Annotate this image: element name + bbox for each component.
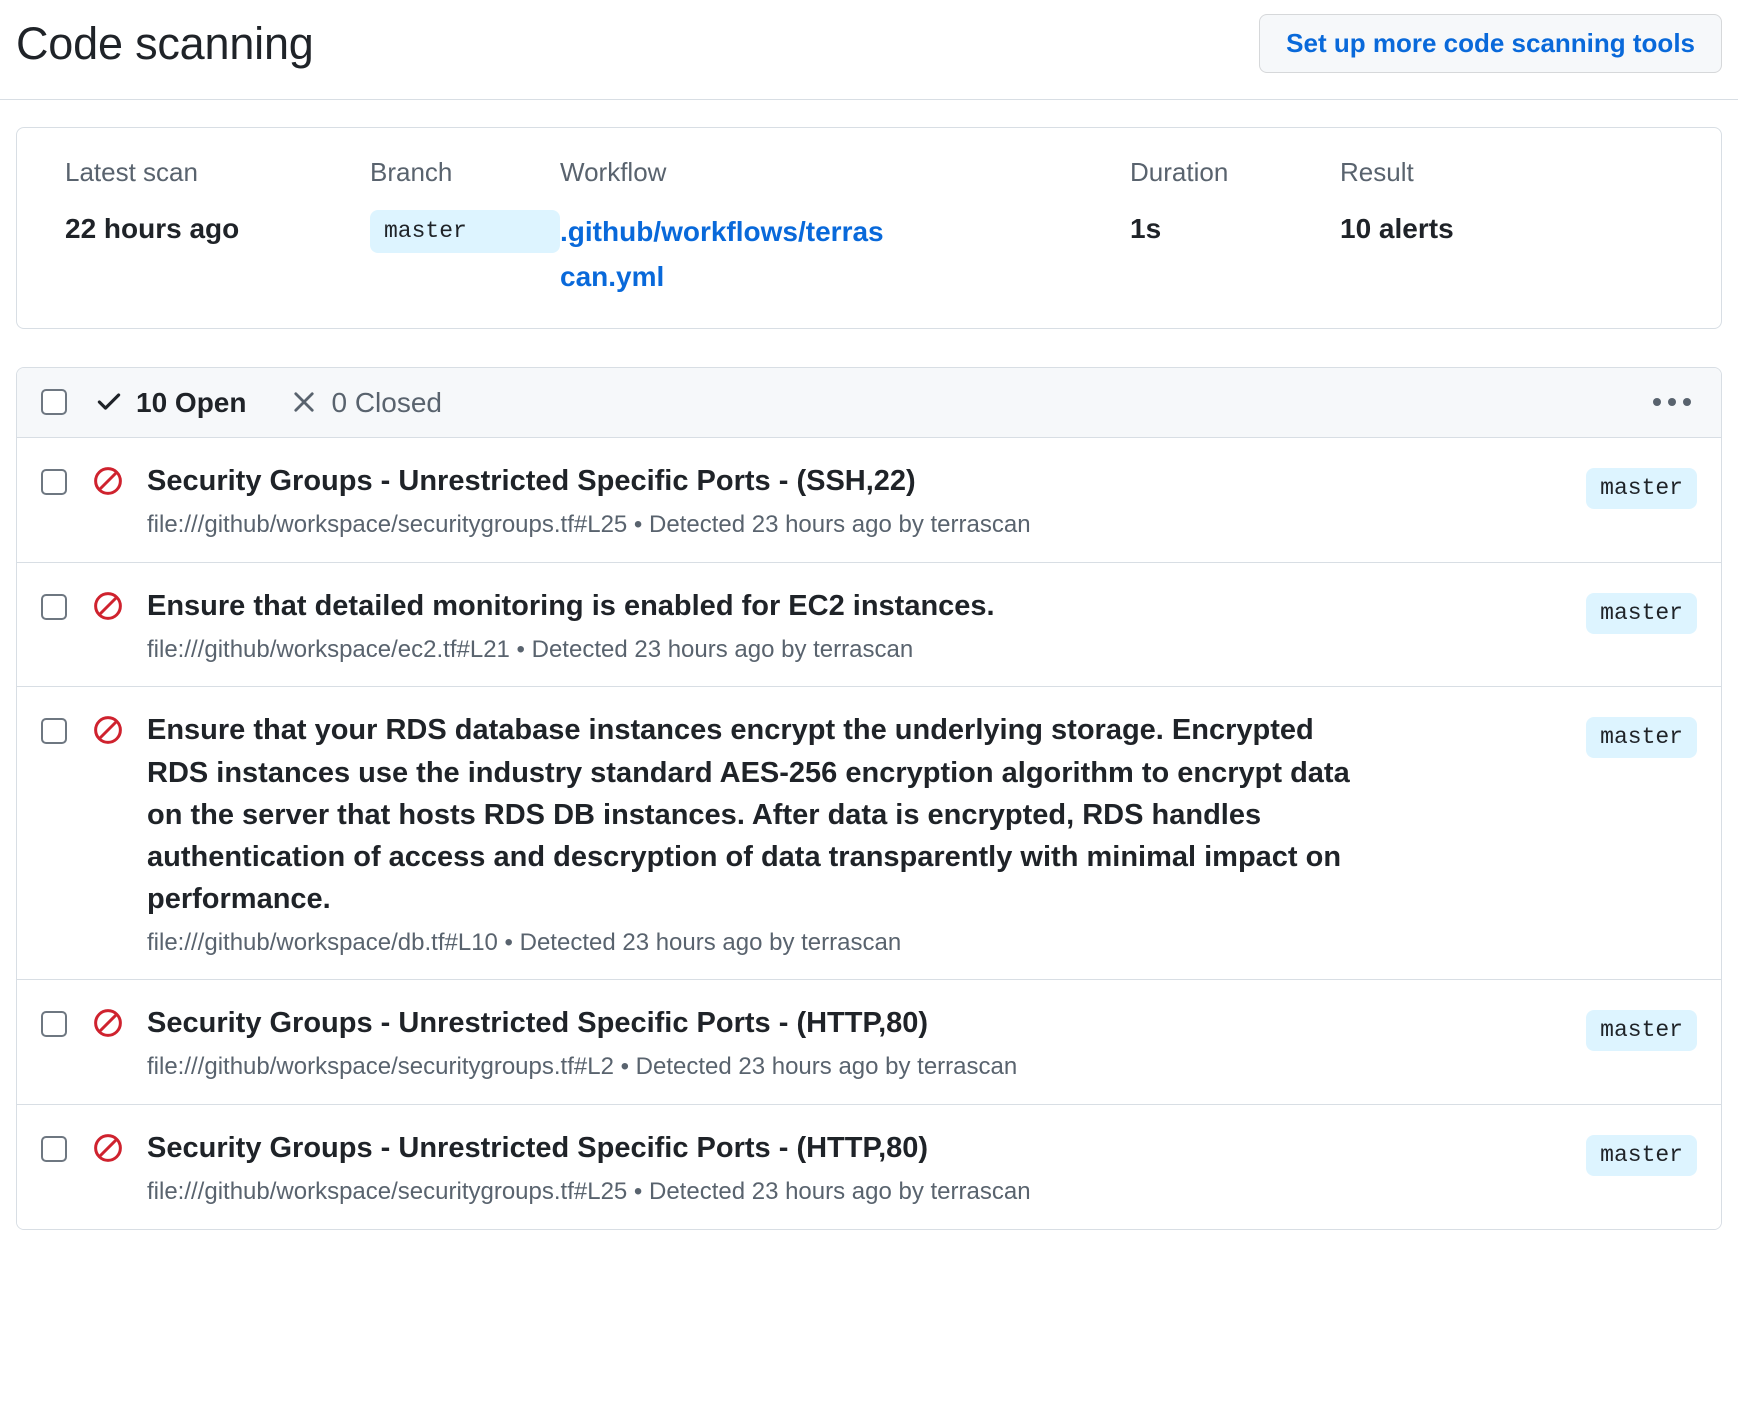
alert-branch-chip: master [1586,717,1697,759]
alert-content: Security Groups - Unrestricted Specific … [123,460,1568,542]
result-value: 10 alerts [1340,212,1454,244]
alert-title[interactable]: Ensure that detailed monitoring is enabl… [147,585,1372,627]
page-header: Code scanning Set up more code scanning … [0,0,1738,101]
workflow-label: Workflow [560,157,667,188]
alert-title[interactable]: Ensure that your RDS database instances … [147,709,1372,919]
blocked-alert-icon [93,466,123,501]
workflow-link-line1: .github/workflows [560,215,798,247]
alert-row[interactable]: Ensure that detailed monitoring is enabl… [17,562,1721,688]
scan-result-column: Result 10 alerts [1340,156,1454,248]
filter-closed-alerts[interactable]: 0 Closed [290,386,442,420]
alert-branch-chip: master [1586,1134,1697,1176]
x-icon [290,388,318,416]
latest-scan-value: 22 hours ago [65,212,240,244]
alert-title[interactable]: Security Groups - Unrestricted Specific … [147,460,1372,502]
alert-meta: file:///github/workspace/securitygroups.… [147,1177,1031,1205]
alert-row[interactable]: Security Groups - Unrestricted Specific … [17,1104,1721,1229]
branch-chip: master [370,209,560,253]
alert-row[interactable]: Security Groups - Unrestricted Specific … [17,438,1721,563]
latest-scan-summary-card: Latest scan 22 hours ago Branch master W… [16,127,1722,329]
alert-select-checkbox[interactable] [41,1135,67,1162]
select-all-checkbox[interactable] [41,389,67,416]
duration-value: 1s [1130,212,1162,244]
blocked-alert-icon [93,1133,123,1168]
open-alerts-count-label: 10 Open [136,386,247,418]
alert-content: Ensure that detailed monitoring is enabl… [123,585,1568,667]
alert-select-checkbox[interactable] [41,593,67,620]
workflow-link[interactable]: .github/workflows/terrascan.yml [560,210,890,300]
alert-branch-chip: master [1586,592,1697,634]
setup-more-code-scanning-tools-button[interactable]: Set up more code scanning tools [1259,14,1722,74]
alert-content: Security Groups - Unrestricted Specific … [123,1127,1568,1209]
scan-branch-column: Branch master [370,156,560,253]
closed-alerts-count-label: 0 Closed [331,386,442,418]
alert-meta: file:///github/workspace/ec2.tf#L21 • De… [147,635,914,663]
branch-label: Branch [370,157,453,188]
blocked-alert-icon [93,1008,123,1043]
alert-row[interactable]: Security Groups - Unrestricted Specific … [17,980,1721,1105]
alert-row[interactable]: Ensure that your RDS database instances … [17,687,1721,981]
duration-label: Duration [1130,157,1229,188]
filter-open-alerts[interactable]: 10 Open [95,386,246,420]
code-scanning-page: Code scanning Set up more code scanning … [0,0,1738,1404]
alert-branch-chip: master [1586,1010,1697,1052]
alerts-rows: Security Groups - Unrestricted Specific … [17,438,1721,1229]
alert-branch-chip: master [1586,468,1697,509]
check-icon [95,388,123,416]
alerts-list-container: 10 Open 0 Closed Security Groups - Unres… [16,366,1722,1230]
kebab-horizontal-icon[interactable] [1647,394,1697,410]
alerts-toolbar: 10 Open 0 Closed [17,367,1721,439]
alert-title[interactable]: Security Groups - Unrestricted Specific … [147,1002,1372,1044]
latest-scan-label: Latest scan [65,157,198,188]
scan-summary-grid: Latest scan 22 hours ago Branch master W… [17,156,1721,299]
page-title: Code scanning [16,17,314,69]
scan-duration-column: Duration 1s [1130,156,1340,248]
scan-latest-column: Latest scan 22 hours ago [65,156,370,248]
alert-select-checkbox[interactable] [41,718,67,745]
blocked-alert-icon [93,591,123,626]
alert-title[interactable]: Security Groups - Unrestricted Specific … [147,1127,1372,1169]
blocked-alert-icon [93,715,123,750]
alert-content: Security Groups - Unrestricted Specific … [123,1002,1568,1084]
alert-content: Ensure that your RDS database instances … [123,709,1568,959]
scan-workflow-column: Workflow .github/workflows/terrascan.yml [560,156,1130,299]
alert-select-checkbox[interactable] [41,1011,67,1038]
result-label: Result [1340,157,1414,188]
alert-select-checkbox[interactable] [41,469,67,496]
alert-meta: file:///github/workspace/db.tf#L10 • Det… [147,928,902,956]
alert-meta: file:///github/workspace/securitygroups.… [147,511,1031,539]
alert-meta: file:///github/workspace/securitygroups.… [147,1053,1018,1081]
